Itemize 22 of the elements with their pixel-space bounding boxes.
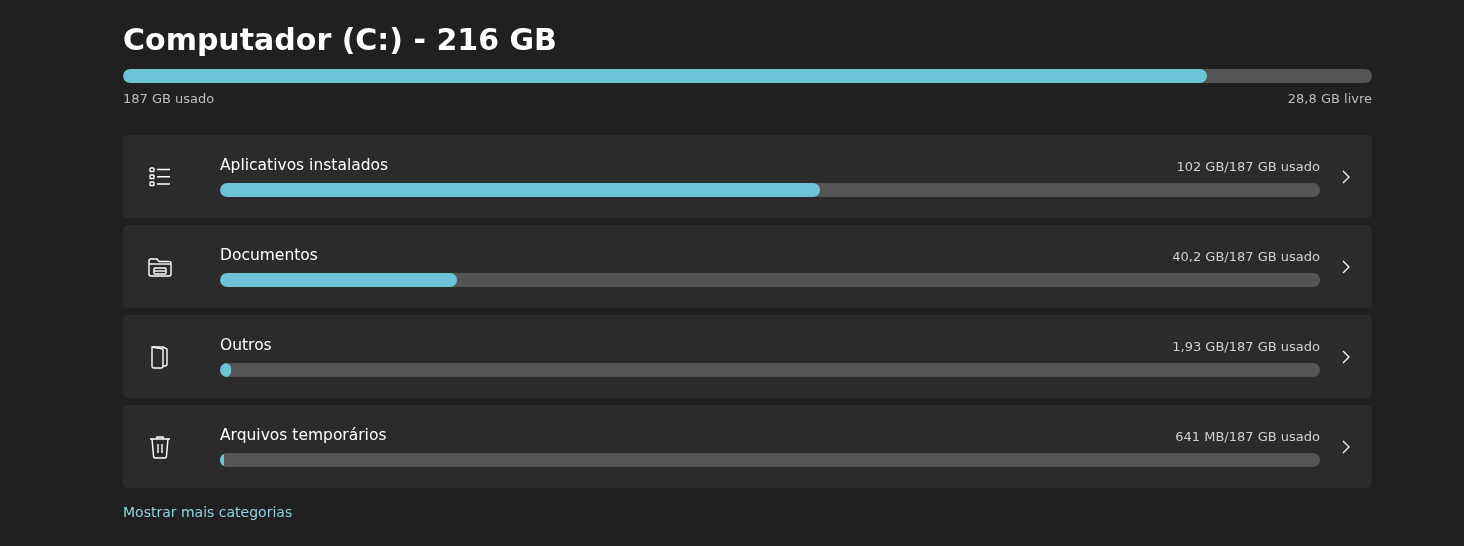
category-name: Aplicativos instalados [220,156,389,174]
category-usage: 102 GB/187 GB usado [1176,159,1320,174]
category-usage: 1,93 GB/187 GB usado [1172,339,1320,354]
free-space: 28,8 GB livre [1287,91,1372,106]
chevron-right-icon [1342,169,1350,184]
category-card[interactable]: Arquivos temporários 641 MB/187 GB usado [123,405,1372,488]
chevron-right-icon [1342,349,1350,364]
category-card[interactable]: Documentos 40,2 GB/187 GB usado [123,225,1372,308]
chevron-right-icon [1342,259,1350,274]
category-card[interactable]: Outros 1,93 GB/187 GB usado [123,315,1372,398]
show-more-link[interactable]: Mostrar mais categorias [123,504,293,520]
chevron-right-icon [1342,439,1350,454]
category-name: Documentos [220,246,318,264]
trash-icon [147,433,172,460]
list-icon [147,164,172,189]
drive-title: Computador (C:) - 216 GB [123,21,558,59]
category-usage: 641 MB/187 GB usado [1175,429,1320,444]
category-name: Outros [220,336,272,354]
category-name: Arquivos temporários [220,426,387,444]
used-space: 187 GB usado [123,91,215,106]
category-usage: 40,2 GB/187 GB usado [1172,249,1320,264]
category-card[interactable]: Aplicativos instalados 102 GB/187 GB usado [123,135,1372,218]
